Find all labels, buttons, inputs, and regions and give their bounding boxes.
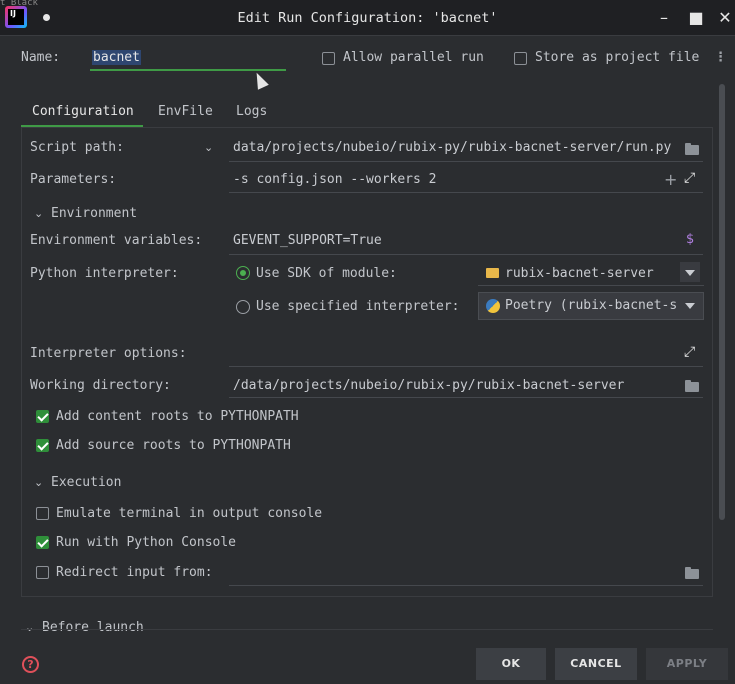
run-console-label[interactable]: Run with Python Console bbox=[56, 535, 236, 550]
emulate-terminal-label[interactable]: Emulate terminal in output console bbox=[56, 506, 322, 521]
python-icon bbox=[486, 299, 500, 313]
minimize-icon[interactable]: – bbox=[653, 8, 675, 27]
footer-divider bbox=[21, 629, 713, 630]
environment-section-title[interactable]: Environment bbox=[51, 206, 137, 221]
parameters-label: Parameters: bbox=[30, 172, 117, 187]
window-title: Edit Run Configuration: 'bacnet' bbox=[237, 10, 498, 26]
mouse-cursor-icon bbox=[251, 70, 269, 90]
add-content-roots-label[interactable]: Add content roots to PYTHONPATH bbox=[56, 409, 299, 424]
script-path-underline bbox=[229, 161, 703, 162]
interpreter-label: Python interpreter: bbox=[30, 266, 179, 281]
parameters-field[interactable]: -s config.json --workers 2 bbox=[233, 172, 653, 187]
folder-icon[interactable] bbox=[685, 567, 699, 579]
redirect-input-checkbox[interactable] bbox=[36, 566, 49, 583]
script-path-field[interactable]: data/projects/nubeio/rubix-py/rubix-bacn… bbox=[233, 140, 679, 155]
execution-section-title[interactable]: Execution bbox=[51, 475, 121, 490]
add-icon[interactable]: + bbox=[664, 170, 677, 189]
use-sdk-radio[interactable] bbox=[236, 266, 250, 280]
use-specified-radio[interactable] bbox=[236, 300, 250, 314]
store-project-checkbox[interactable] bbox=[514, 52, 527, 69]
add-source-roots-checkbox[interactable] bbox=[36, 439, 49, 456]
env-vars-field[interactable]: GEVENT_SUPPORT=True bbox=[233, 233, 673, 248]
allow-parallel-label[interactable]: Allow parallel run bbox=[343, 50, 484, 65]
dollar-icon[interactable]: $ bbox=[686, 232, 694, 247]
interp-options-label: Interpreter options: bbox=[30, 346, 187, 361]
script-path-dropdown-icon[interactable]: ⌄ bbox=[204, 141, 213, 154]
working-dir-field[interactable]: /data/projects/nubeio/rubix-py/rubix-bac… bbox=[233, 378, 679, 393]
name-input[interactable]: bacnet bbox=[90, 46, 286, 71]
chevron-down-icon[interactable] bbox=[685, 270, 695, 276]
execution-collapse-icon[interactable]: ⌄ bbox=[34, 476, 43, 489]
use-specified-label[interactable]: Use specified interpreter: bbox=[256, 299, 460, 314]
configuration-panel bbox=[21, 128, 713, 597]
working-dir-label: Working directory: bbox=[30, 378, 171, 393]
name-value: bacnet bbox=[92, 50, 141, 65]
emulate-terminal-checkbox[interactable] bbox=[36, 507, 49, 524]
folder-icon[interactable] bbox=[685, 380, 699, 392]
add-content-roots-checkbox[interactable] bbox=[36, 410, 49, 427]
use-sdk-label[interactable]: Use SDK of module: bbox=[256, 266, 397, 281]
script-path-label: Script path: bbox=[30, 140, 124, 155]
before-launch-collapse-icon[interactable]: ⌄ bbox=[25, 621, 34, 634]
expand-icon[interactable]: ⤢ bbox=[684, 344, 695, 360]
expand-icon[interactable]: ⤢ bbox=[684, 170, 695, 186]
close-icon[interactable]: ✕ bbox=[714, 8, 735, 27]
add-source-roots-label[interactable]: Add source roots to PYTHONPATH bbox=[56, 438, 291, 453]
name-label: Name: bbox=[21, 50, 61, 65]
module-folder-icon bbox=[486, 268, 499, 278]
allow-parallel-checkbox[interactable] bbox=[322, 52, 335, 69]
env-vars-underline bbox=[229, 254, 703, 255]
maximize-icon[interactable]: ■ bbox=[685, 8, 707, 27]
env-vars-label: Environment variables: bbox=[30, 233, 203, 248]
tab-logs[interactable]: Logs bbox=[236, 104, 267, 119]
folder-icon[interactable] bbox=[685, 143, 699, 155]
redirect-input-label[interactable]: Redirect input from: bbox=[56, 565, 213, 580]
ok-button[interactable]: OK bbox=[476, 648, 546, 680]
before-launch-section-title[interactable]: Before launch bbox=[42, 620, 144, 635]
working-dir-underline bbox=[229, 397, 703, 398]
tab-configuration[interactable]: Configuration bbox=[32, 104, 134, 119]
cancel-button[interactable]: CANCEL bbox=[555, 648, 637, 680]
specified-interpreter-value: Poetry (rubix-bacnet-s bbox=[505, 298, 677, 313]
interp-options-underline bbox=[229, 366, 703, 367]
tab-envfile[interactable]: EnvFile bbox=[158, 104, 213, 119]
chevron-down-icon[interactable] bbox=[685, 303, 695, 309]
scrollbar[interactable] bbox=[719, 84, 725, 520]
store-project-label[interactable]: Store as project file bbox=[535, 50, 699, 65]
apply-button[interactable]: APPLY bbox=[646, 648, 728, 680]
run-console-checkbox[interactable] bbox=[36, 536, 49, 553]
redirect-input-underline bbox=[229, 585, 703, 586]
environment-collapse-icon[interactable]: ⌄ bbox=[34, 207, 43, 220]
more-options-icon[interactable]: ⋮ bbox=[714, 50, 727, 65]
parameters-underline bbox=[229, 192, 703, 193]
help-icon[interactable]: ? bbox=[22, 656, 39, 673]
sdk-module-value: rubix-bacnet-server bbox=[505, 266, 654, 281]
